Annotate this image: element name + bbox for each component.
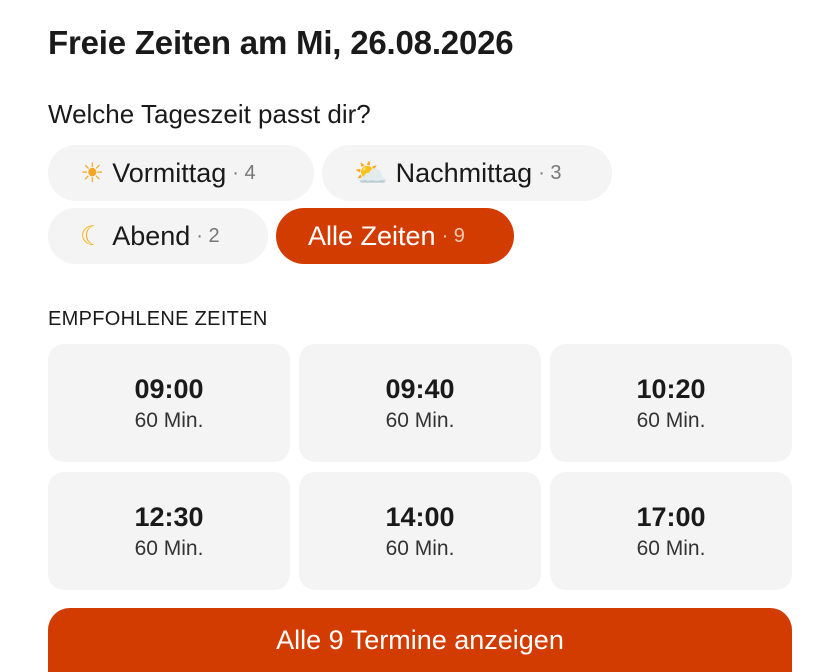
sun-behind-cloud-icon: ⛅ — [354, 157, 388, 189]
daytime-question: Welche Tageszeit passt dir? — [48, 99, 371, 129]
slot-time: 10:20 — [636, 373, 706, 404]
filter-chip-label: Vormittag — [112, 157, 227, 188]
filter-chip-count: · 3 — [538, 161, 562, 184]
slot-duration: 60 Min. — [636, 409, 706, 433]
slot-time: 09:40 — [385, 373, 455, 404]
filter-chip-abend[interactable]: ☾ Abend · 2 — [48, 208, 268, 264]
time-slot-card[interactable]: 17:00 60 Min. — [550, 472, 792, 590]
filter-chip-vormittag[interactable]: ☀ Vormittag · 4 — [48, 145, 314, 201]
slot-time: 14:00 — [385, 501, 455, 532]
time-slot-picker: Freie Zeiten am Mi, 26.08.2026 Welche Ta… — [0, 0, 840, 672]
recommended-times-heading: EMPFOHLENE ZEITEN — [48, 308, 268, 330]
slot-duration: 60 Min. — [134, 537, 204, 561]
filter-chip-alle-zeiten[interactable]: Alle Zeiten · 9 — [276, 208, 514, 264]
time-slot-card[interactable]: 14:00 60 Min. — [299, 472, 541, 590]
time-slot-grid: 09:00 60 Min. 09:40 60 Min. 10:20 60 Min… — [48, 344, 792, 590]
page-title: Freie Zeiten am Mi, 26.08.2026 — [48, 24, 514, 61]
time-slot-card[interactable]: 09:00 60 Min. — [48, 344, 290, 462]
filter-chip-count: · 4 — [232, 161, 256, 184]
filter-chip-label: Abend — [112, 220, 191, 251]
sun-icon: ☀ — [80, 157, 105, 189]
time-slot-card[interactable]: 12:30 60 Min. — [48, 472, 290, 590]
time-slot-card[interactable]: 09:40 60 Min. — [299, 344, 541, 462]
time-slot-card[interactable]: 10:20 60 Min. — [550, 344, 792, 462]
filter-chip-count: · 9 — [441, 224, 465, 247]
filter-chip-label: Alle Zeiten — [308, 220, 436, 251]
slot-duration: 60 Min. — [134, 409, 204, 433]
slot-duration: 60 Min. — [385, 409, 455, 433]
filter-chip-label: Nachmittag — [395, 157, 533, 188]
crescent-moon-icon: ☾ — [80, 220, 105, 252]
slot-duration: 60 Min. — [636, 537, 706, 561]
slot-time: 12:30 — [134, 501, 204, 532]
slot-time: 09:00 — [134, 373, 204, 404]
filter-chip-nachmittag[interactable]: ⛅ Nachmittag · 3 — [322, 145, 612, 201]
slot-duration: 60 Min. — [385, 537, 455, 561]
filter-chip-count: · 2 — [196, 224, 220, 247]
show-all-appointments-button[interactable]: Alle 9 Termine anzeigen — [48, 608, 792, 672]
slot-time: 17:00 — [636, 501, 706, 532]
